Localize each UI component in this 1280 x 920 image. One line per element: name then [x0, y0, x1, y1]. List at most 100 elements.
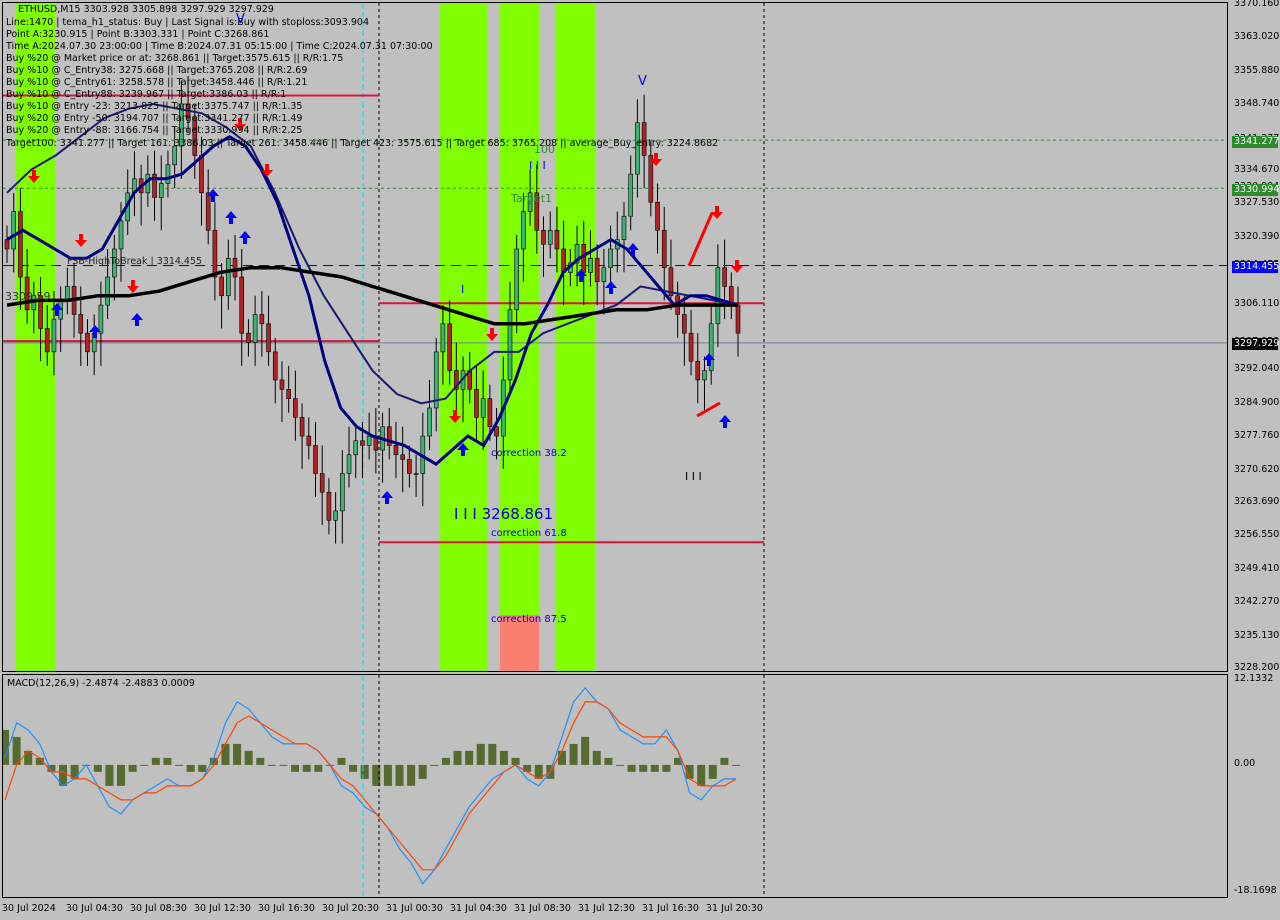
macd-histogram-bar [337, 757, 346, 765]
level-3309-label: 3309.59 [5, 290, 51, 303]
macd-tick-label: 0.00 [1234, 757, 1256, 769]
price-tick-label: 3235.130 [1234, 629, 1280, 641]
info-line-centry88: Buy %10 @ C_Entry88: 3239.967 || Target:… [6, 89, 287, 100]
macd-histogram-bar [569, 743, 578, 765]
bars-marker: I I I [685, 470, 702, 483]
ma-fast-line [6, 134, 739, 466]
price-tick-label: 3327.530 [1234, 197, 1280, 209]
macd-histogram-bar [372, 764, 381, 786]
time-tick-label: 30 Jul 04:30 [66, 903, 123, 914]
macd-histogram-bar [117, 764, 126, 786]
candle-body [480, 398, 486, 418]
time-tick-label: 31 Jul 00:30 [386, 903, 443, 914]
candle-body [239, 276, 245, 334]
time-tick-label: 30 Jul 12:30 [194, 903, 251, 914]
v-marker-2: V [236, 12, 245, 27]
candle-body [413, 473, 419, 475]
price-tick-label: 3306.110 [1234, 297, 1280, 309]
sell-arrow-icon [75, 234, 87, 247]
candle-body [346, 454, 352, 474]
macd-histogram-bar [302, 764, 311, 772]
macd-histogram-bar [256, 757, 265, 765]
macd-histogram-bar [291, 764, 300, 772]
candle-body [474, 388, 479, 418]
macd-histogram-bar [662, 764, 671, 772]
info-line-entry-50: Buy %20 @ Entry -50: 3194.707 || Target:… [6, 113, 303, 124]
buy-arrow-icon [605, 281, 617, 294]
macd-histogram-bar [453, 750, 462, 765]
candle-body [319, 473, 325, 493]
badge-target-avg: 3330.994 [1232, 184, 1280, 196]
macd-histogram-bar [221, 743, 230, 765]
candle-body [340, 473, 345, 512]
candle-body [98, 304, 104, 334]
candle-body [682, 314, 687, 334]
time-tick-label: 31 Jul 16:30 [642, 903, 699, 914]
macd-histogram-bar [499, 750, 508, 765]
time-tick-label: 30 Jul 2024 [2, 903, 56, 914]
badge-fsb: 3314.455 [1232, 261, 1280, 273]
macd-histogram-bar [198, 764, 207, 772]
macd-histogram-bar [383, 764, 392, 786]
i-marker: I [461, 283, 465, 296]
sell-arrow-icon [486, 328, 498, 341]
price-tick-label: 3320.390 [1234, 230, 1280, 242]
price-tick-label: 3348.740 [1234, 98, 1280, 110]
badge-last-price: 3297.929 [1232, 338, 1280, 350]
candle-body [333, 510, 338, 521]
candle-body [306, 435, 312, 446]
price-tick-label: 3228.200 [1234, 662, 1280, 673]
macd-histogram-bar [233, 743, 242, 765]
candle-body [427, 407, 432, 437]
price-tick-label: 3242.270 [1234, 596, 1280, 608]
price-tick-label: 3370.160 [1234, 0, 1280, 9]
candle-body [118, 220, 124, 250]
macd-histogram-bar [395, 764, 404, 786]
bars-marker-blue: I I I [529, 159, 546, 172]
time-tick-label: 31 Jul 20:30 [706, 903, 763, 914]
target1-label: Target1 [511, 192, 553, 205]
candle-body [366, 435, 372, 446]
candle-body [601, 267, 607, 283]
candle-body [293, 398, 298, 418]
macd-histogram-bar [360, 764, 369, 779]
candle-body [299, 417, 305, 437]
candle-body [286, 388, 291, 399]
candle-body [735, 304, 741, 334]
macd-histogram-bar [697, 764, 706, 786]
buy-arrow-icon [719, 415, 731, 428]
candle-body [581, 243, 587, 273]
macd-title: MACD(12,26,9) -2.4874 -2.4883 0.0009 [7, 678, 195, 689]
price-tick-label: 3292.040 [1234, 363, 1280, 375]
candle-body [688, 332, 694, 362]
fsb-label: FSB-HighToBreak | 3314.455 [67, 256, 203, 267]
correction-61-label: correction 61.8 [491, 528, 567, 539]
green-zone [500, 3, 539, 671]
macd-histogram-bar [418, 764, 427, 779]
correction-38-label: correction 38.2 [491, 448, 567, 459]
time-tick-label: 31 Jul 12:30 [578, 903, 635, 914]
macd-histogram-bar [627, 764, 636, 772]
macd-histogram-bar [604, 757, 613, 765]
macd-histogram-bar [732, 764, 740, 766]
macd-histogram-bar [511, 757, 520, 765]
macd-histogram-bar [279, 764, 288, 766]
candle-body [541, 229, 546, 245]
candle-body [65, 286, 70, 301]
candle-body [51, 318, 57, 353]
macd-histogram-bar [720, 757, 729, 765]
candle-body [205, 192, 211, 231]
sell-arrow-icon [711, 206, 723, 219]
macd-histogram-bar [441, 757, 450, 765]
macd-histogram-bar [175, 764, 184, 766]
candle-body [266, 323, 271, 353]
candle-body [521, 211, 526, 250]
candle-body [259, 314, 265, 325]
info-line-buy-market: Buy %20 @ Market price or at: 3268.861 |… [6, 53, 344, 64]
macd-histogram-bar [314, 764, 323, 772]
candle-body [487, 398, 493, 428]
macd-histogram-bar [430, 764, 439, 766]
macd-histogram-bar [615, 764, 624, 766]
macd-pane[interactable]: MACD(12,26,9) -2.4874 -2.4883 0.0009 [2, 674, 1228, 898]
candle-body [648, 155, 654, 203]
